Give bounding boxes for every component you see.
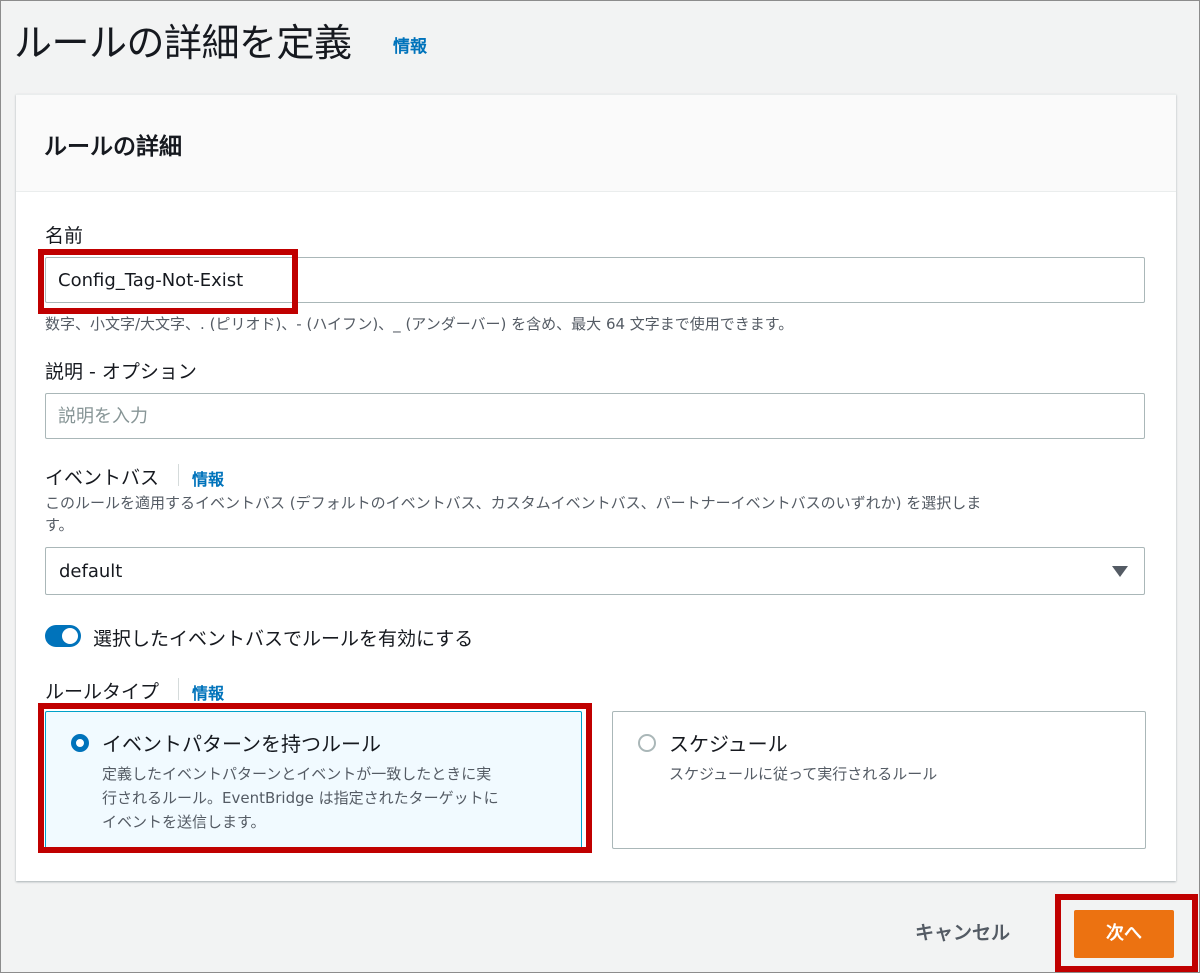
label-separator: [178, 464, 179, 486]
toggle-knob: [62, 628, 78, 644]
enable-rule-toggle-label: 選択したイベントバスでルールを有効にする: [93, 628, 474, 650]
name-label: 名前: [45, 225, 84, 247]
rule-type-option-event-pattern[interactable]: イベントパターンを持つルール 定義したイベントパターンとイベントが一致したときに…: [45, 711, 582, 849]
rule-type-label: ルールタイプ: [45, 681, 160, 703]
next-button[interactable]: 次へ: [1074, 910, 1174, 958]
event-bus-help-line-1: このルールを適用するイベントバス (デフォルトのイベントバス、カスタムイベントバ…: [45, 494, 982, 512]
cancel-button[interactable]: キャンセル: [915, 918, 1010, 945]
event-bus-label: イベントバス: [45, 467, 160, 489]
name-input[interactable]: [45, 257, 1145, 303]
rule-type-info-link[interactable]: 情報: [192, 680, 224, 704]
description-input[interactable]: [45, 393, 1145, 439]
option-description-line: 定義したイベントパターンとイベントが一致したときに実: [102, 765, 492, 783]
event-bus-selected-value: default: [59, 561, 123, 582]
info-link[interactable]: 情報: [393, 32, 427, 57]
rule-details-panel: ルールの詳細 名前 数字、小文字/大文字、. (ピリオド)、- (ハイフン)、_…: [16, 94, 1176, 881]
page-title: ルールの詳細を定義: [14, 21, 352, 65]
panel-header: ルールの詳細: [16, 95, 1176, 192]
option-description: 定義したイベントパターンとイベントが一致したときに実 行されるルール。Event…: [102, 762, 542, 834]
caret-down-icon: [1112, 566, 1128, 577]
option-title: イベントパターンを持つルール: [102, 732, 381, 756]
event-bus-info-link[interactable]: 情報: [192, 466, 224, 490]
enable-rule-toggle[interactable]: [45, 625, 81, 647]
name-constraint-text: 数字、小文字/大文字、. (ピリオド)、- (ハイフン)、_ (アンダーバー) …: [45, 315, 794, 333]
option-description-line: スケジュールに従って実行されるルール: [669, 765, 938, 783]
option-description-line: 行されるルール。EventBridge は指定されたターゲットに: [102, 789, 499, 807]
description-label: 説明 - オプション: [45, 361, 197, 383]
radio-unselected-icon[interactable]: [638, 734, 656, 752]
event-bus-help-line-2: す。: [45, 516, 74, 534]
event-bus-select[interactable]: default: [45, 547, 1145, 595]
rule-type-option-schedule[interactable]: スケジュール スケジュールに従って実行されるルール: [612, 711, 1146, 849]
panel-title: ルールの詳細: [44, 134, 182, 160]
option-title: スケジュール: [669, 732, 788, 756]
option-description-line: イベントを送信します。: [102, 813, 266, 831]
option-description: スケジュールに従って実行されるルール: [669, 762, 1109, 786]
label-separator: [178, 678, 179, 700]
radio-selected-icon[interactable]: [71, 734, 89, 752]
